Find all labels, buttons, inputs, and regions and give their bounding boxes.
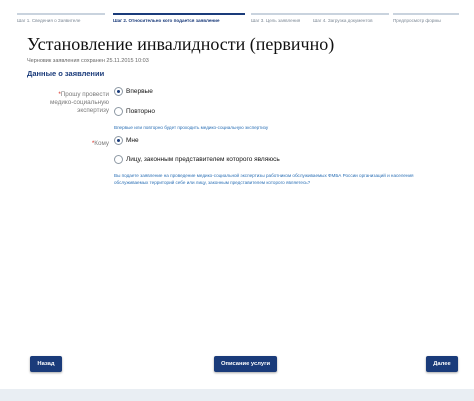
next-button[interactable]: Далее [426, 356, 458, 372]
wizard-steps: Шаг 1. Сведения о Заявителе Шаг 2. Относ… [17, 13, 469, 27]
step-1-applicant-info[interactable]: Шаг 1. Сведения о Заявителе [17, 13, 105, 29]
step-5-form-preview[interactable]: Предпросмотр формы [393, 13, 459, 29]
draft-saved-note: Черновик заявления сохранен 25.11.2015 1… [27, 58, 149, 64]
radio-repeat-label: Повторно [126, 108, 155, 115]
radio-checked-icon[interactable] [114, 136, 123, 145]
radio-checked-icon[interactable] [114, 87, 123, 96]
bottom-strip [0, 389, 474, 401]
radio-repeat[interactable]: Повторно [114, 107, 155, 116]
radio-represented-person-label: Лицу, законным представителем которого я… [126, 156, 280, 163]
section-title: Данные о заявлении [27, 69, 105, 78]
radio-unchecked-icon[interactable] [114, 155, 123, 164]
step-3-purpose[interactable]: Шаг 3. Цель заявления [251, 13, 319, 29]
radio-self-label: Мне [126, 137, 139, 144]
page-title: Установление инвалидности (первично) [27, 34, 335, 54]
form-page: Шаг 1. Сведения о Заявителе Шаг 2. Относ… [6, 0, 468, 401]
step-4-upload-documents[interactable]: Шаг 4. Загрузка документов [313, 13, 389, 29]
back-button[interactable]: Назад [30, 356, 62, 372]
step-2-subject[interactable]: Шаг 2. Относительно кого подается заявле… [113, 13, 245, 29]
radio-first-time[interactable]: Впервые [114, 87, 153, 96]
radio-first-time-label: Впервые [126, 88, 153, 95]
radio-self[interactable]: Мне [114, 136, 139, 145]
service-description-button[interactable]: Описание услуги [214, 356, 277, 372]
radio-unchecked-icon[interactable] [114, 107, 123, 116]
whom-hint: Вы подаете заявление на проведение медик… [114, 173, 414, 185]
request-field-label: *Прошу провести медико-социальную экспер… [36, 91, 109, 115]
whom-label-text: Кому [94, 140, 109, 147]
whom-field-label: *Кому [36, 140, 109, 148]
radio-represented-person[interactable]: Лицу, законным представителем которого я… [114, 155, 280, 164]
request-hint: Впервые или повторно будет проходить мед… [114, 125, 269, 130]
